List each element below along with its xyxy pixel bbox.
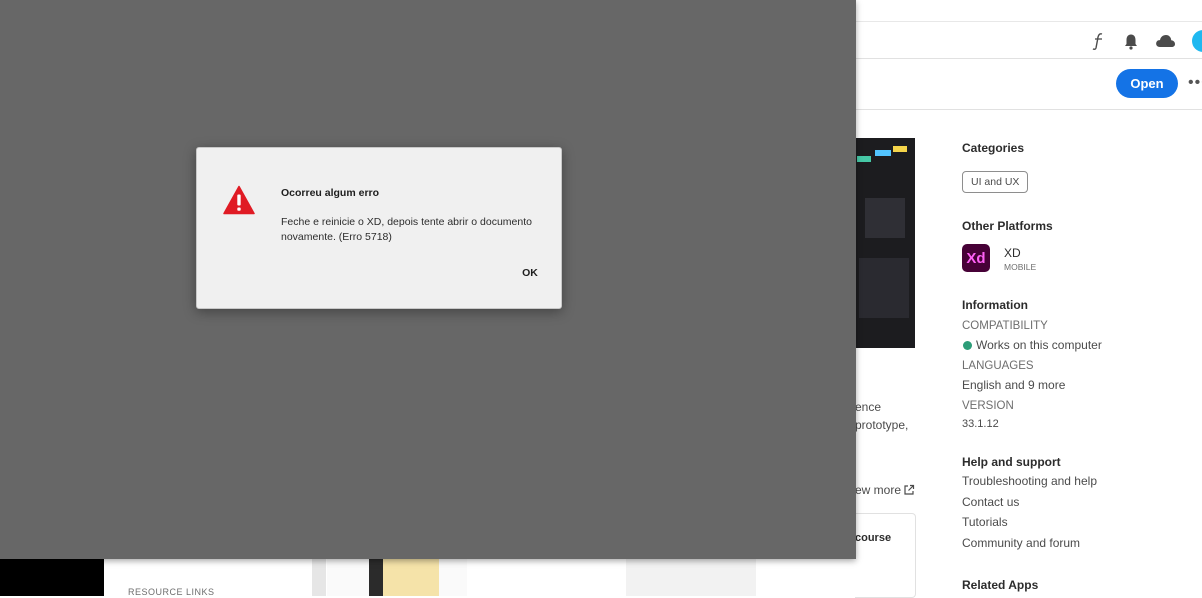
ok-button[interactable]: OK bbox=[514, 262, 546, 284]
other-platforms-heading: Other Platforms bbox=[962, 219, 1053, 233]
help-link-troubleshooting[interactable]: Troubleshooting and help bbox=[962, 474, 1097, 488]
compatibility-value: Works on this computer bbox=[976, 338, 1102, 352]
help-link-community[interactable]: Community and forum bbox=[962, 536, 1080, 550]
related-apps-heading: Related Apps bbox=[962, 578, 1039, 592]
scrollbar[interactable] bbox=[312, 559, 326, 596]
category-chip[interactable]: UI and UX bbox=[962, 171, 1029, 193]
dialog-message: Feche e reinicie o XD, depois tente abri… bbox=[281, 216, 532, 243]
categories-heading: Categories bbox=[962, 141, 1025, 155]
version-label: VERSION bbox=[962, 400, 1014, 412]
more-options-button[interactable]: ••• bbox=[1188, 74, 1202, 92]
description-snippet-2: prototype, bbox=[855, 418, 909, 432]
script-f-icon[interactable] bbox=[1088, 30, 1110, 52]
app-preview-image bbox=[855, 138, 915, 348]
thumbnail-mobile[interactable] bbox=[327, 559, 467, 596]
platform-type: MOBILE bbox=[1004, 262, 1037, 272]
bell-icon[interactable] bbox=[1120, 30, 1142, 52]
check-circle-icon bbox=[963, 341, 972, 350]
course-card[interactable] bbox=[855, 513, 916, 598]
open-button[interactable]: Open bbox=[1116, 69, 1178, 98]
warning-icon bbox=[223, 185, 255, 215]
external-link-icon[interactable] bbox=[903, 483, 915, 501]
information-heading: Information bbox=[962, 298, 1028, 312]
dialog-title: Ocorreu algum erro bbox=[281, 187, 380, 199]
thumbnail-wireframe[interactable] bbox=[626, 559, 756, 596]
thumbnail-dark[interactable] bbox=[0, 559, 104, 596]
cloud-icon[interactable] bbox=[1154, 30, 1176, 52]
help-heading: Help and support bbox=[962, 455, 1061, 469]
help-link-contact[interactable]: Contact us bbox=[962, 495, 1019, 509]
course-card-title[interactable]: course bbox=[855, 532, 891, 544]
platform-name[interactable]: XD bbox=[1004, 246, 1021, 260]
languages-value[interactable]: English and 9 more bbox=[962, 378, 1065, 392]
compatibility-label: COMPATIBILITY bbox=[962, 320, 1048, 332]
description-snippet: ence bbox=[855, 400, 882, 414]
languages-label: LANGUAGES bbox=[962, 360, 1034, 372]
xd-logo[interactable]: Xd bbox=[962, 244, 990, 272]
help-link-tutorials[interactable]: Tutorials bbox=[962, 515, 1008, 529]
version-value: 33.1.12 bbox=[962, 418, 999, 430]
view-more-link[interactable]: ew more bbox=[855, 483, 901, 497]
